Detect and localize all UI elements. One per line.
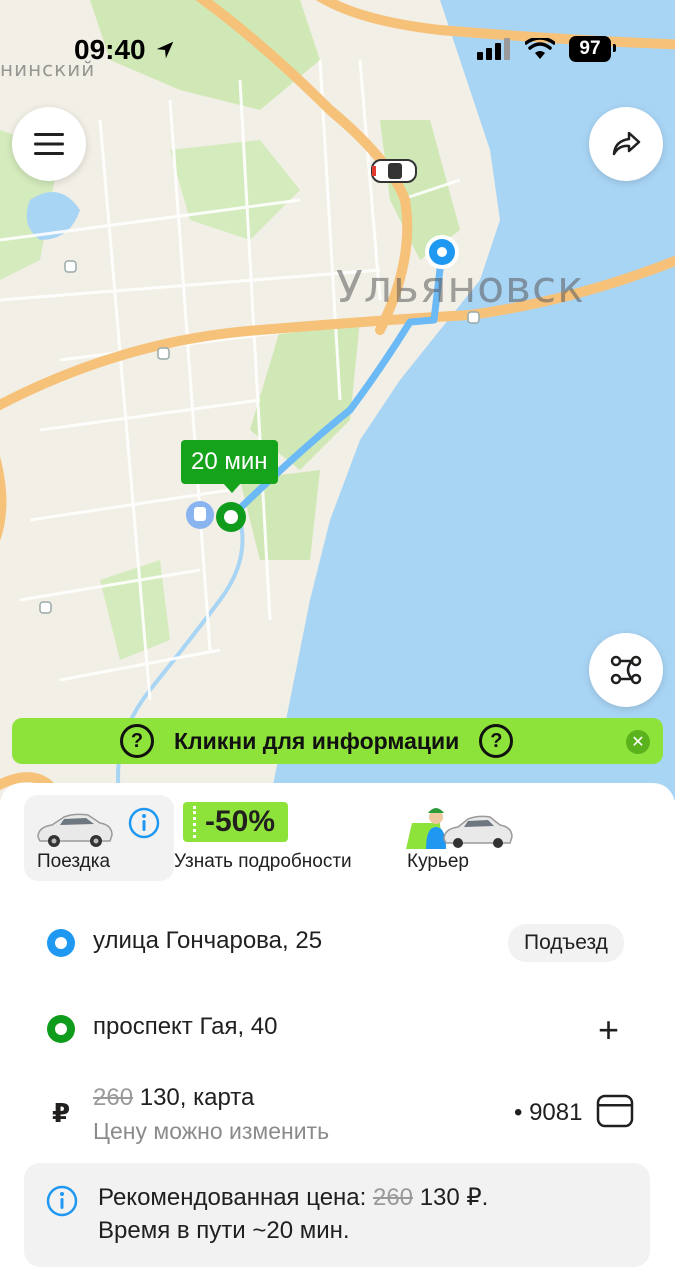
car-icon [37, 813, 113, 847]
tariff-label: Узнать подробности [174, 851, 352, 872]
recommended-price-line: Рекомендованная цена: 260 130 ₽. [98, 1183, 488, 1212]
card-icon[interactable] [596, 1094, 634, 1128]
question-icon: ? [120, 724, 154, 758]
pickup-row[interactable]: улица Гончарова, 25 Подъезд [0, 913, 675, 973]
promo-text: Кликни для информации [174, 727, 460, 754]
info-icon[interactable] [128, 807, 160, 839]
change-price-link[interactable]: Цену можно изменить [93, 1118, 329, 1145]
status-time: 09:40 [74, 34, 176, 66]
pickup-address: улица Гончарова, 25 [93, 927, 323, 954]
recommended-price-box: Рекомендованная цена: 260 130 ₽. Время в… [24, 1163, 650, 1267]
payment-row[interactable]: ₽ 260 130, карта Цену можно изменить • 9… [0, 1080, 675, 1160]
info-icon [46, 1185, 78, 1217]
card-number: • 9081 [514, 1099, 583, 1126]
cellular-signal-icon [477, 38, 510, 60]
price-and-method: 130, карта [139, 1084, 255, 1111]
entrance-button[interactable]: Подъезд [508, 924, 624, 962]
destination-address: проспект Гая, 40 [93, 1013, 278, 1040]
add-stop-button[interactable]: + [598, 1012, 619, 1048]
recommended-label: Рекомендованная цена: [98, 1184, 367, 1211]
old-price: 260 [93, 1084, 134, 1111]
tariff-selector: Поездка Узнать подробности Курьер [24, 795, 554, 881]
travel-time: Время в пути ~20 мин. [98, 1217, 350, 1244]
route-icon [610, 655, 642, 685]
ruble-icon: ₽ [52, 1098, 71, 1128]
pickup-dot-icon [47, 929, 75, 957]
promo-close-button[interactable]: ✕ [626, 730, 650, 754]
destination-row[interactable]: проспект Гая, 40 + [0, 999, 675, 1059]
destination-dot-icon [47, 1015, 75, 1043]
city-label: Ульяновск [336, 262, 585, 313]
clock-text: 09:40 [74, 34, 146, 65]
price-line: 260 130, карта [93, 1084, 254, 1112]
promo-banner[interactable]: ? Кликни для информации ? ✕ [12, 718, 663, 764]
taxi-car-icon [371, 159, 417, 183]
map-canvas [0, 0, 675, 800]
share-route-button[interactable] [589, 107, 663, 181]
courier-icon [406, 808, 513, 849]
tariff-label: Курьер [407, 851, 469, 872]
location-arrow-icon [156, 41, 173, 59]
status-icons: 97 [477, 36, 616, 62]
map-view[interactable]: нинский Ульяновск 20 мин 09:40 97 [0, 0, 675, 800]
battery-indicator: 97 [569, 36, 616, 62]
tariff-trip[interactable]: Поездка [24, 795, 174, 881]
recommended-price: 130 ₽. [419, 1184, 489, 1211]
wifi-icon [525, 38, 555, 59]
tariff-label: Поездка [37, 851, 111, 872]
tariff-courier[interactable]: Курьер [404, 795, 554, 881]
menu-button[interactable] [12, 107, 86, 181]
order-sheet: Поездка Узнать подробности Курьер -50% у… [0, 783, 675, 1280]
question-icon: ? [479, 724, 514, 758]
hamburger-menu-icon [34, 133, 64, 155]
share-arrow-icon [612, 131, 641, 156]
eta-badge: 20 мин [181, 440, 278, 493]
route-options-button[interactable] [589, 633, 663, 707]
discount-badge: -50% [183, 802, 288, 842]
recommended-old-price: 260 [372, 1184, 414, 1211]
